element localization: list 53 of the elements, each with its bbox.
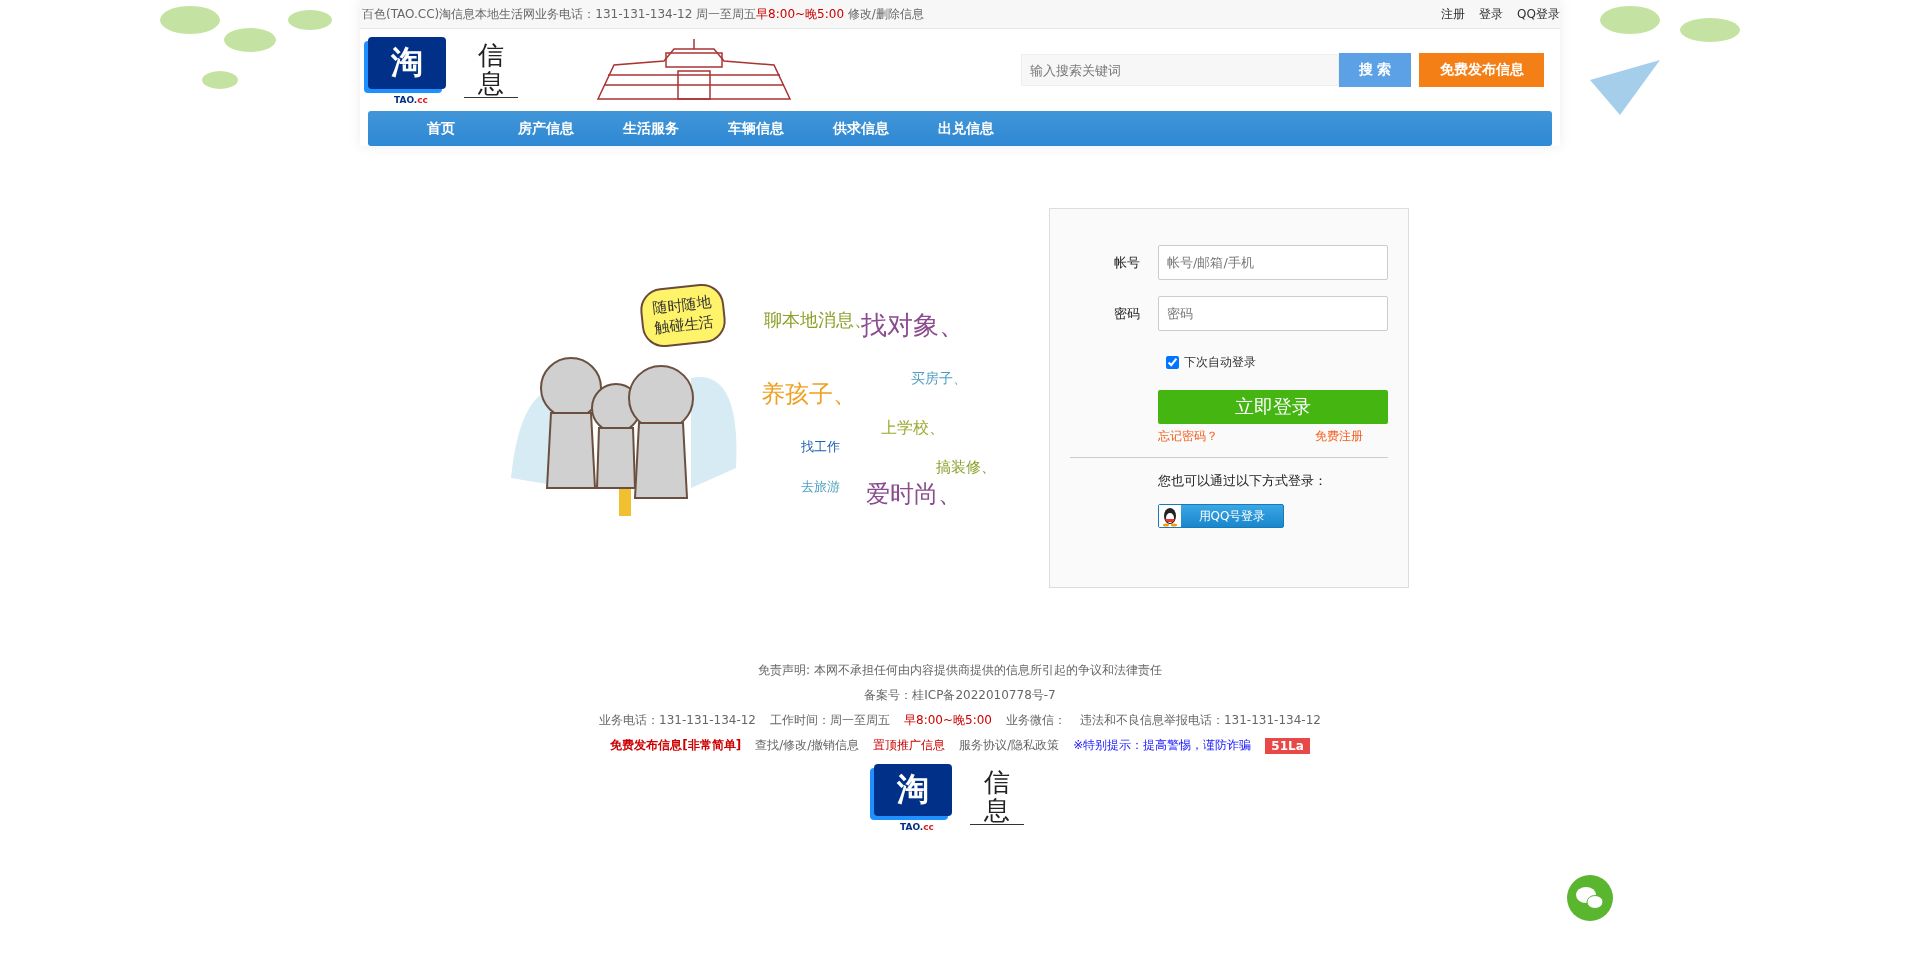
nav-item[interactable]: 出兑信息 [913,111,1018,146]
handwritten-word: 搞装修、 [936,458,996,477]
footer-link[interactable]: 置顶推广信息 [873,737,946,754]
nav-item[interactable]: 供求信息 [808,111,913,146]
remember-checkbox[interactable] [1166,356,1179,369]
contact-text: 业务微信： [1005,712,1066,729]
stats-badge[interactable]: 51La [1265,737,1310,754]
search-field[interactable]: 输入搜索关键词 [1021,54,1339,86]
nav-item[interactable]: 车辆信息 [703,111,808,146]
search-button[interactable]: 搜 索 [1339,53,1411,87]
handwritten-word: 养孩子、 [761,379,857,410]
edit-info-link[interactable]: 修改/删除信息 [847,6,924,21]
handwritten-word: 找工作 [801,438,840,456]
disclaimer-text: 免责声明: 本网不承担任何由内容提供商提供的信息所引起的争议和法律责任 [758,662,1162,679]
top-link[interactable]: QQ登录 [1517,6,1560,21]
icp-text: 备案号：桂ICP备2022010778号-7 [864,687,1056,704]
handwritten-word: 上学校、 [881,418,945,439]
nav-item[interactable]: 房产信息 [493,111,598,146]
logo-domain: TAO.cc [394,95,428,105]
account-field[interactable]: 帐号/邮箱/手机 [1158,245,1388,280]
password-field[interactable]: 密码 [1158,296,1388,331]
top-link[interactable]: 注册 [1441,6,1466,21]
contact-text: 违法和不良信息举报电话：131-131-134-12 [1079,712,1321,729]
contact-text: 早8:00~晚5:00 [904,712,992,729]
qq-login-button[interactable]: 用QQ号登录 [1158,504,1284,528]
footer-link[interactable]: 免费发布信息[非常简单] [610,737,742,754]
footer-link[interactable]: ※特别提示：提高警惕，谨防诈骗 [1073,737,1252,754]
nav-item[interactable]: 生活服务 [598,111,703,146]
nav-item[interactable]: 首页 [388,111,493,146]
speech-bubble: 随时随地 触碰生活 [638,281,728,350]
register-link[interactable]: 免费注册 [1315,428,1363,445]
top-notice: 百色(TAO.CC)淘信息本地生活网业务电话：131-131-134-12 周一至周五 [362,6,757,21]
business-hours: 早8:00~晚5:00 [756,6,845,21]
footer-link[interactable]: 查找/修改/撤销信息 [755,737,860,754]
logo-word: 信息 [970,769,1024,825]
field-label: 密码 [1113,304,1141,323]
handwritten-word: 去旅游 [801,478,840,496]
post-button[interactable]: 免费发布信息 [1419,53,1544,87]
top-link[interactable]: 登录 [1479,6,1504,21]
handwritten-word: 买房子、 [911,370,967,388]
forgot-password-link[interactable]: 忘记密码？ [1158,428,1218,445]
login-button[interactable]: 立即登录 [1158,390,1388,424]
logo-domain: TAO.cc [900,822,934,832]
field-label: 帐号 [1113,253,1141,272]
alt-login-title: 您也可以通过以下方式登录： [1158,472,1328,490]
footer-link[interactable]: 服务协议/隐私政策 [959,737,1060,754]
handwritten-word: 爱时尚、 [866,479,962,510]
contact-text: 工作时间：周一至周五 [770,712,890,729]
logo-word: 信息 [464,42,518,98]
contact-text: 业务电话：131-131-134-12 [599,712,756,729]
remember-label: 下次自动登录 [1184,354,1256,371]
penguin-icon [1159,505,1181,527]
wechat-icon[interactable] [1567,875,1613,921]
